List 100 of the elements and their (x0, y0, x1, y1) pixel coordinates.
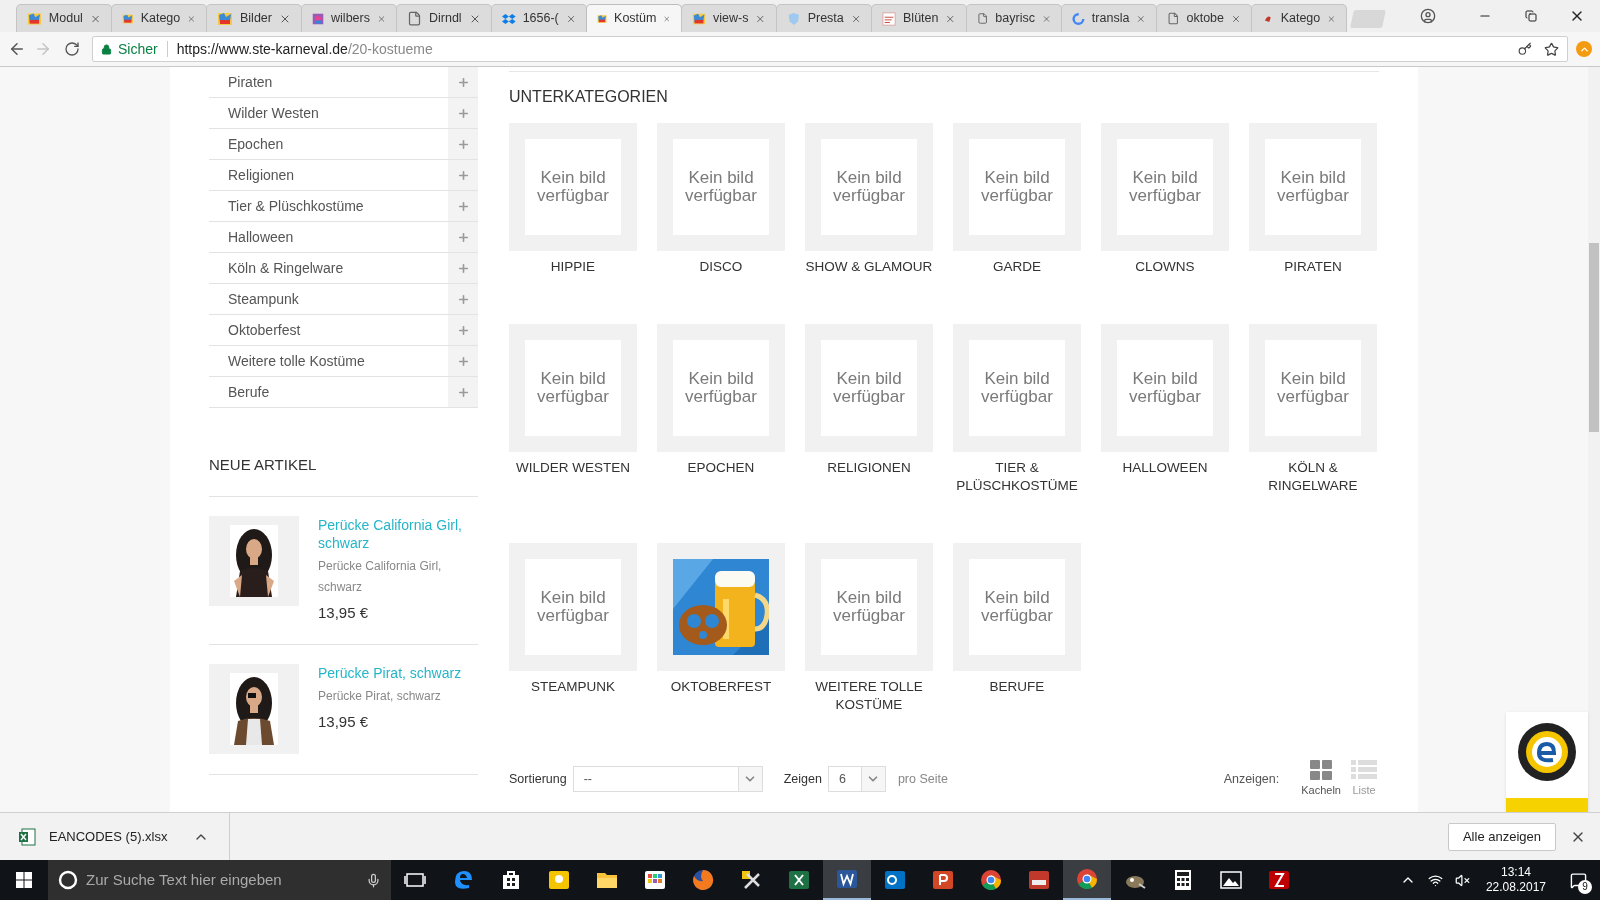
category-tile[interactable]: Kein bild verfügbar (805, 123, 933, 251)
browser-tab[interactable]: bayrisc (966, 4, 1062, 32)
plus-icon (456, 323, 470, 337)
browser-tab[interactable]: transla (1061, 4, 1157, 32)
per-page-dropdown[interactable]: 6 (827, 766, 886, 793)
browser-tab[interactable]: Bilder (206, 4, 302, 32)
plus-icon (456, 199, 470, 213)
category-tile[interactable]: Kein bild verfügbar (805, 543, 933, 671)
show-all-button[interactable]: Alle anzeigen (1447, 822, 1556, 851)
back-icon[interactable] (8, 40, 26, 58)
category-tile[interactable]: Kein bild verfügbar (1101, 324, 1229, 452)
category-link[interactable]: Tier & Plüschkostüme (209, 195, 448, 217)
secure-label: Sicher (118, 39, 158, 59)
category-label[interactable]: CLOWNS (1097, 258, 1233, 276)
microphone-icon[interactable] (366, 872, 381, 888)
clock[interactable]: 13:14 22.08.2017 (1475, 865, 1556, 895)
notifications-button[interactable]: 9 (1556, 860, 1600, 900)
browser-tab[interactable]: Presta (776, 4, 872, 32)
category-tile[interactable]: Kein bild verfügbar (1249, 324, 1377, 452)
category-label[interactable]: HALLOWEEN (1097, 459, 1233, 477)
lock-icon (101, 43, 112, 55)
category-tile[interactable]: Kein bild verfügbar (953, 543, 1081, 671)
browser-tab[interactable]: oktobe (1156, 4, 1252, 32)
address-bar[interactable]: Sicher https://www.ste-karneval.de/20-kostueme (92, 36, 1568, 62)
trust-badge[interactable] (1506, 712, 1588, 812)
category-link[interactable]: Berufe (209, 381, 448, 403)
profile-icon[interactable] (1420, 8, 1436, 24)
browser-tab[interactable]: Katego (111, 4, 207, 32)
category-label[interactable]: GARDE (949, 258, 1085, 276)
category-label[interactable]: WEITERE TOLLE KOSTÜME (801, 678, 937, 714)
browser-tab[interactable]: 1656-( (491, 4, 587, 32)
tab-title: Dirndl (429, 10, 462, 28)
sort-dropdown[interactable]: -- (572, 766, 763, 793)
product-description: Perücke California Girl, schwarz (318, 557, 443, 596)
category-tile[interactable]: Kein bild verfügbar (657, 123, 785, 251)
mute-icon[interactable] (1454, 872, 1470, 888)
category-label[interactable]: KÖLN & RINGELWARE (1245, 459, 1381, 495)
category-link[interactable]: Oktoberfest (209, 319, 448, 341)
browser-tab[interactable]: Modul (16, 4, 112, 32)
product-thumbnail[interactable] (209, 664, 299, 754)
per-page-label: pro Seite (897, 770, 948, 788)
plus-icon (456, 137, 470, 151)
taskbar-app[interactable] (1063, 860, 1111, 900)
category-label[interactable]: WILDER WESTEN (505, 459, 641, 477)
category-label[interactable]: SHOW & GLAMOUR (801, 258, 937, 276)
list-view-icon (1351, 760, 1377, 780)
bookmark-star-icon[interactable] (1544, 41, 1559, 57)
view-toggle[interactable]: Kacheln (1299, 760, 1343, 799)
tab-title: Modul (48, 10, 83, 28)
product-price: 13,95 € (318, 602, 370, 623)
browser-tab[interactable]: Kostüm (586, 4, 682, 32)
category-tile[interactable]: Kein bild verfügbar (953, 324, 1081, 452)
category-link[interactable]: Wilder Westen (209, 102, 448, 124)
category-tile[interactable]: Kein bild verfügbar (1249, 123, 1377, 251)
category-tile[interactable]: Kein bild verfügbar (657, 324, 785, 452)
category-label[interactable]: RELIGIONEN (801, 459, 937, 477)
browser-tab[interactable]: Blüten (871, 4, 967, 32)
category-label[interactable]: TIER & PLÜSCHKOSTÜME (949, 459, 1085, 495)
plus-icon (456, 230, 470, 244)
category-link[interactable]: Piraten (209, 71, 448, 93)
no-image-placeholder: Kein bild verfügbar (969, 139, 1065, 235)
no-image-placeholder: Kein bild verfügbar (1117, 139, 1213, 235)
browser-tab[interactable]: wilbers (301, 4, 397, 32)
taskbar-app[interactable] (823, 860, 871, 900)
category-tile[interactable]: Kein bild verfügbar (509, 324, 637, 452)
windows-icon (16, 872, 32, 888)
category-label[interactable]: HIPPIE (505, 258, 641, 276)
key-icon[interactable] (1518, 42, 1532, 56)
no-image-placeholder: Kein bild verfügbar (1117, 340, 1213, 436)
plus-icon (456, 168, 470, 182)
category-link[interactable]: Halloween (209, 226, 448, 248)
category-link[interactable]: Köln & Ringelware (209, 257, 448, 279)
category-label[interactable]: BERUFE (949, 678, 1085, 696)
category-link[interactable]: Epochen (209, 133, 448, 155)
browser-tab[interactable]: view-s (681, 4, 777, 32)
browser-tab[interactable]: Dirndl (396, 4, 492, 32)
category-tile[interactable]: Kein bild verfügbar (1101, 123, 1229, 251)
category-label[interactable]: DISCO (653, 258, 789, 276)
category-label[interactable]: PIRATEN (1245, 258, 1381, 276)
show-label: Zeigen (783, 770, 822, 788)
category-tile[interactable]: Kein bild verfügbar (509, 123, 637, 251)
category-link[interactable]: Religionen (209, 164, 448, 186)
category-tile[interactable] (657, 543, 785, 671)
search-field[interactable]: Zur Suche Text hier eingeben (48, 860, 391, 900)
browser-tab[interactable]: Katego (1251, 4, 1347, 32)
category-label[interactable]: EPOCHEN (653, 459, 789, 477)
category-tile[interactable]: Kein bild verfügbar (509, 543, 637, 671)
scrollbar-thumb[interactable] (1589, 243, 1599, 432)
category-link[interactable]: Steampunk (209, 288, 448, 310)
sketch-icon (882, 10, 897, 27)
product-price: 13,95 € (318, 712, 370, 732)
category-tile[interactable]: Kein bild verfügbar (805, 324, 933, 452)
category-link[interactable]: Weitere tolle Kostüme (209, 350, 448, 372)
product-thumbnail[interactable] (209, 515, 299, 606)
category-tile[interactable]: Kein bild verfügbar (953, 123, 1081, 251)
category-label[interactable]: OKTOBERFEST (653, 678, 789, 696)
network-icon[interactable] (1427, 872, 1443, 888)
tab-title: Katego (1280, 10, 1321, 28)
reload-icon[interactable] (64, 41, 80, 57)
category-label[interactable]: STEAMPUNK (505, 678, 641, 696)
